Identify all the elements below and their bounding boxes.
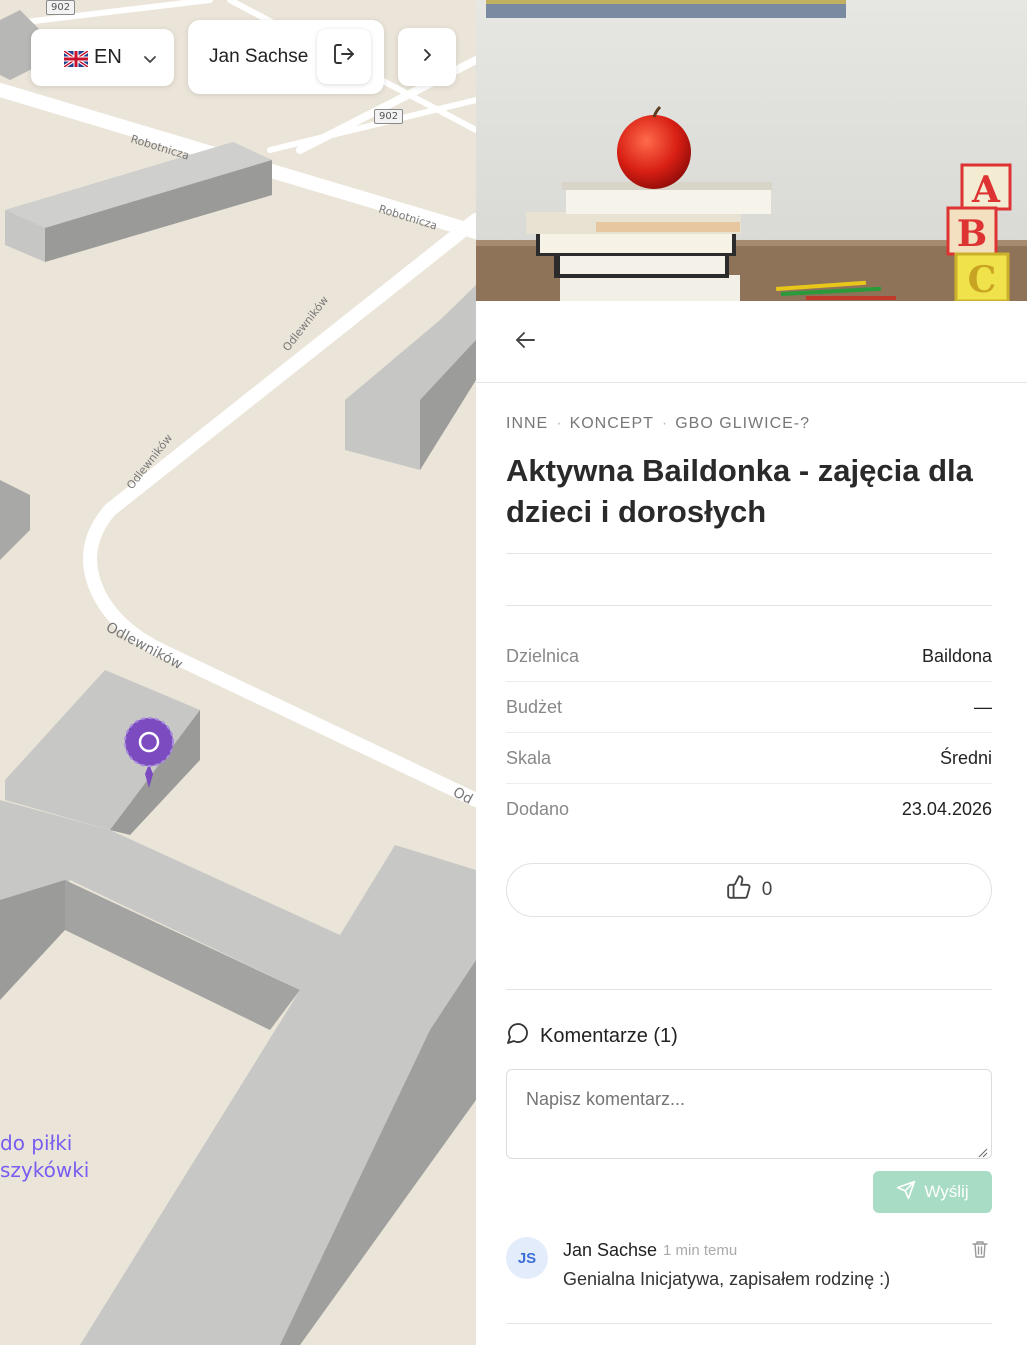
- divider: [506, 989, 992, 990]
- user-name: Jan Sachse: [209, 46, 309, 67]
- svg-text:A: A: [971, 169, 1001, 211]
- poi-label-line: do piłki: [0, 1131, 73, 1155]
- comment-author: Jan Sachse: [563, 1240, 658, 1260]
- comment-text: Genialna Inicjatywa, zapisałem rodzinę :…: [563, 1269, 891, 1289]
- detail-row-budget: Budżet —: [506, 682, 992, 733]
- user-menu: Jan Sachse: [188, 20, 384, 94]
- resize-grip-icon[interactable]: [978, 1145, 988, 1158]
- comment-input[interactable]: [506, 1069, 992, 1159]
- project-details-panel: A B C INNE · KONCEPT · GBO GLIWICE-? Aktywna…: [476, 0, 1027, 1345]
- detail-value: Baildona: [921, 645, 992, 666]
- like-count: 0: [761, 879, 773, 900]
- chevron-down-icon: [142, 50, 158, 66]
- detail-value: 23.04.2026: [901, 799, 992, 819]
- svg-text:C: C: [968, 259, 997, 301]
- detail-label: Budżet: [506, 696, 563, 717]
- svg-text:B: B: [957, 213, 987, 255]
- detail-label: Dodano: [506, 799, 570, 819]
- comment-item: JS Jan Sachse 1 min temu Genialna Inicja…: [506, 1236, 992, 1324]
- send-label: Wyślij: [924, 1182, 969, 1201]
- comments-title: Komentarze (1): [540, 1024, 678, 1047]
- expand-panel-button[interactable]: [398, 28, 456, 86]
- chevron-right-icon: [418, 46, 436, 69]
- comment-timestamp: 1 min temu: [663, 1242, 738, 1259]
- project-cover-image: A B C: [476, 0, 1027, 301]
- road-number-shield: 902: [46, 0, 76, 15]
- divider: [506, 553, 992, 554]
- divider: [506, 605, 992, 606]
- detail-row-added: Dodano 23.04.2026: [506, 784, 992, 835]
- road-number-shield: 902: [374, 109, 404, 124]
- send-comment-button[interactable]: Wyślij: [873, 1171, 992, 1213]
- back-button[interactable]: [511, 329, 539, 355]
- detail-label: Dzielnica: [506, 645, 580, 666]
- project-location-pin[interactable]: [123, 716, 175, 796]
- detail-value: Średni: [939, 747, 992, 768]
- send-icon: [896, 1180, 916, 1205]
- avatar: JS: [506, 1237, 548, 1279]
- comment-bubble-icon: [506, 1021, 530, 1051]
- breadcrumb-status: KONCEPT: [569, 415, 654, 432]
- panel-header: [476, 301, 1027, 383]
- detail-row-scale: Skala Średni: [506, 733, 992, 784]
- project-title: Aktywna Baildonka - zajęcia dla dzieci i…: [506, 453, 973, 529]
- detail-label: Skala: [506, 747, 552, 768]
- breadcrumb-category: INNE: [506, 415, 549, 432]
- trash-icon[interactable]: [972, 1240, 988, 1258]
- street-label: Odlewników: [103, 619, 185, 673]
- logout-button[interactable]: [317, 29, 371, 84]
- poi-label-line: szykówki: [0, 1158, 90, 1182]
- language-code: EN: [94, 46, 122, 68]
- comments-heading: Komentarze (1): [506, 1021, 678, 1051]
- thumbs-up-icon: [726, 874, 752, 906]
- arrow-left-icon: [514, 330, 536, 355]
- poi-label: do piłki szykówki: [0, 1130, 89, 1184]
- like-button[interactable]: 0: [506, 863, 992, 917]
- detail-value: —: [974, 696, 992, 717]
- breadcrumb-program: GBO GLIWICE-?: [675, 415, 811, 432]
- language-selector[interactable]: EN: [31, 29, 174, 86]
- logout-icon: [332, 42, 356, 72]
- category-breadcrumb: INNE · KONCEPT · GBO GLIWICE-?: [506, 415, 811, 432]
- uk-flag-icon: [63, 49, 89, 68]
- detail-row-district: Dzielnica Baildona: [506, 631, 992, 682]
- map-view[interactable]: Robotnicza Robotnicza Odlewników Odlewni…: [0, 0, 476, 1345]
